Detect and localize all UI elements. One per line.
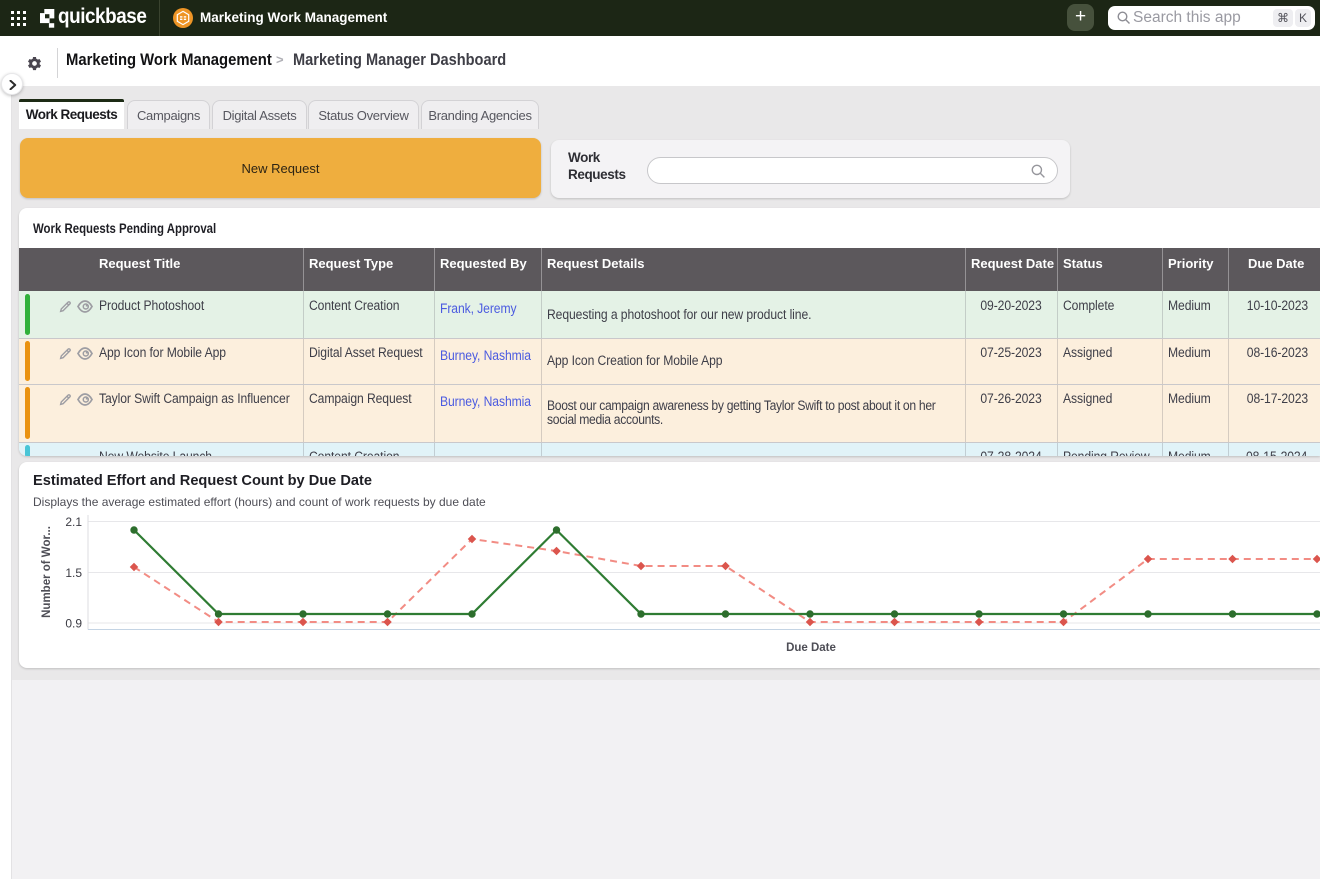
- svg-text:2.1: 2.1: [65, 515, 82, 529]
- svg-text:Due Date: Due Date: [786, 642, 836, 654]
- svg-text:0.9: 0.9: [65, 617, 82, 631]
- svg-text:Number of Wor...: Number of Wor...: [41, 526, 53, 618]
- svg-text:1.5: 1.5: [65, 566, 82, 580]
